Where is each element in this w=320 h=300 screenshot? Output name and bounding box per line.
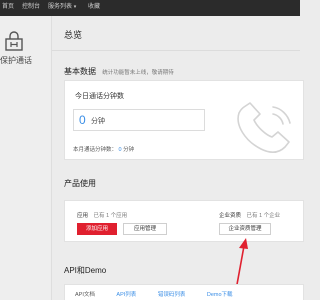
product-usage-title: 产品使用 bbox=[64, 179, 96, 188]
api-list-link[interactable]: API列表 bbox=[116, 292, 136, 298]
today-minutes-box: 0 分钟 bbox=[73, 109, 205, 131]
demo-download-link[interactable]: Demo下载 bbox=[207, 292, 233, 298]
api-title: API和Demo bbox=[64, 266, 107, 275]
page-title: 总览 bbox=[64, 30, 83, 40]
phone-icon bbox=[237, 102, 291, 153]
month-minutes-label: 本月通话分钟数： bbox=[73, 147, 118, 153]
basic-data-title: 基本数据 bbox=[64, 67, 96, 76]
apps-label: 应用 bbox=[77, 213, 89, 219]
today-minutes-unit: 分钟 bbox=[91, 118, 105, 125]
api-card: API文档 API列表 错误码列表 Demo下载 bbox=[64, 284, 304, 300]
call-stats-card: 今日通话分钟数 0 分钟 本月通话分钟数： 0 分钟 bbox=[64, 80, 304, 160]
nav-favorites[interactable]: 收藏 bbox=[88, 0, 100, 16]
today-minutes-value: 0 bbox=[79, 113, 86, 127]
basic-data-subtitle: 统计功能暂未上线，敬请期待 bbox=[102, 70, 174, 76]
nav-services-label: 服务列表 bbox=[48, 4, 73, 10]
enterprise-qualification-button[interactable]: 企业资质管理 bbox=[219, 223, 271, 235]
lock-icon bbox=[5, 31, 23, 51]
month-minutes-value: 0 bbox=[118, 147, 122, 153]
api-row: API文档 API列表 错误码列表 Demo下载 bbox=[75, 290, 233, 298]
enterprise-summary: 企业资质 已有 1 个企业 bbox=[219, 211, 280, 219]
enterprise-count: 已有 1 个企业 bbox=[246, 213, 281, 219]
app-management-button[interactable]: 应用管理 bbox=[123, 223, 167, 235]
month-minutes: 本月通话分钟数： 0 分钟 bbox=[73, 145, 134, 153]
api-docs-label: API文档 bbox=[75, 292, 95, 298]
error-code-link[interactable]: 错误码列表 bbox=[158, 292, 186, 298]
nav-home[interactable]: 首页 bbox=[2, 0, 14, 16]
sidebar-product-label[interactable]: 保护通话 bbox=[0, 55, 32, 66]
apps-count: 已有 1 个应用 bbox=[93, 213, 128, 219]
basic-data-heading: 基本数据 统计功能暂未上线，敬请期待 bbox=[64, 66, 174, 77]
product-usage-card: 应用 已有 1 个应用 添加应用 应用管理 企业资质 已有 1 个企业 企业资质… bbox=[64, 200, 304, 242]
title-divider bbox=[52, 50, 300, 51]
nav-services[interactable]: 服务列表 ▾ bbox=[48, 0, 76, 16]
enterprise-label: 企业资质 bbox=[219, 213, 242, 219]
apps-summary: 应用 已有 1 个应用 bbox=[77, 211, 127, 219]
add-app-button[interactable]: 添加应用 bbox=[77, 223, 117, 235]
top-navbar: 首页 控制台 服务列表 ▾ 收藏 bbox=[0, 0, 300, 16]
today-minutes-title: 今日通话分钟数 bbox=[75, 93, 124, 100]
nav-console[interactable]: 控制台 bbox=[22, 0, 40, 16]
month-minutes-unit: 分钟 bbox=[123, 147, 135, 153]
sidebar: 保护通话 bbox=[0, 16, 52, 300]
chevron-down-icon: ▾ bbox=[73, 4, 77, 10]
